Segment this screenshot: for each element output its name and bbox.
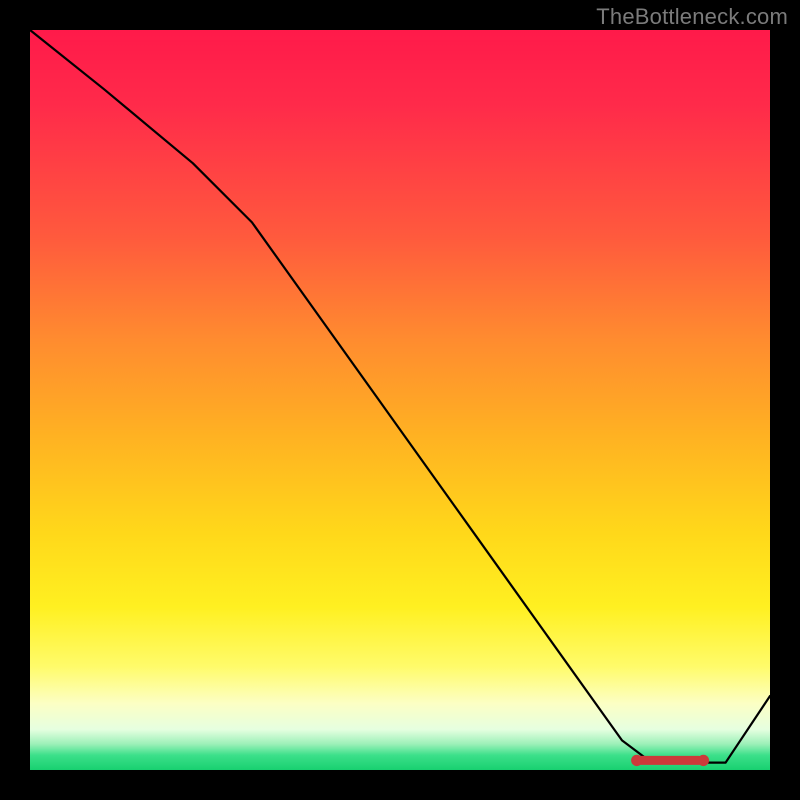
chart-frame: TheBottleneck.com xyxy=(0,0,800,800)
curve-line xyxy=(30,30,770,763)
chart-overlay xyxy=(30,30,770,770)
watermark-text: TheBottleneck.com xyxy=(596,4,788,30)
flat-segment-marker xyxy=(631,755,709,766)
